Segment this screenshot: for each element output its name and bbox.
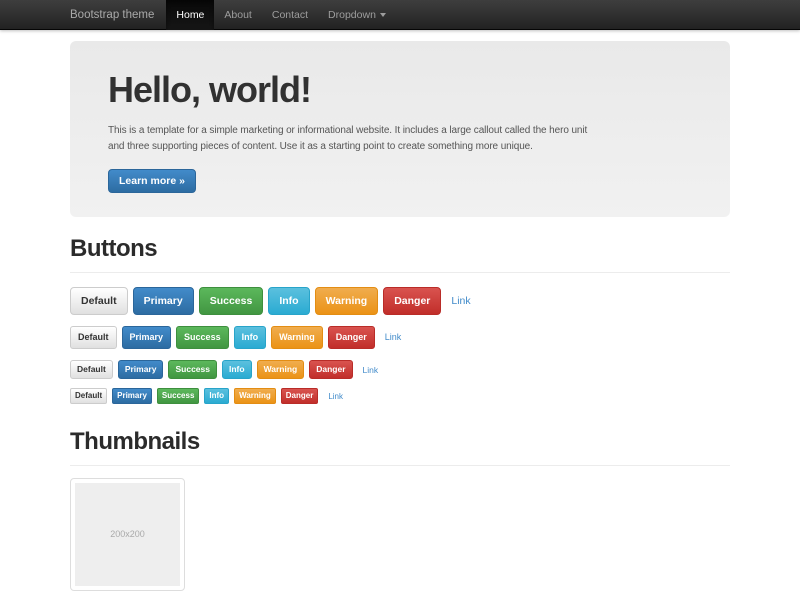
- caret-down-icon: [380, 13, 386, 17]
- nav-item-about-label: About: [224, 9, 251, 21]
- hero-paragraph-line1: This is a template for a simple marketin…: [108, 123, 692, 139]
- button-danger-xs[interactable]: Danger: [281, 388, 319, 403]
- nav-item-dropdown[interactable]: Dropdown: [318, 0, 396, 30]
- nav-item-contact-label: Contact: [272, 9, 308, 21]
- buttons-section-title: Buttons: [70, 235, 730, 263]
- button-row-default: Default Primary Success Info Warning Dan…: [70, 326, 730, 348]
- button-default-xs[interactable]: Default: [70, 388, 107, 403]
- button-primary-sm[interactable]: Primary: [118, 360, 164, 380]
- button-warning-sm[interactable]: Warning: [257, 360, 305, 380]
- button-warning-xs[interactable]: Warning: [234, 388, 276, 403]
- button-danger-lg[interactable]: Danger: [383, 287, 441, 315]
- navbar-menu: Home About Contact Dropdown: [166, 0, 396, 30]
- button-info-lg[interactable]: Info: [268, 287, 309, 315]
- button-warning-lg[interactable]: Warning: [315, 287, 379, 315]
- navbar-brand[interactable]: Bootstrap theme: [70, 0, 154, 30]
- button-primary-md[interactable]: Primary: [122, 326, 172, 348]
- buttons-section-header: Buttons: [70, 235, 730, 273]
- link-button-sm[interactable]: Link: [363, 365, 379, 375]
- nav-item-home-label: Home: [176, 9, 204, 21]
- hero-unit: Hello, world! This is a template for a s…: [70, 41, 730, 217]
- hero-title: Hello, world!: [108, 68, 692, 111]
- thumbnails-section-title: Thumbnails: [70, 428, 730, 456]
- hero-paragraph: This is a template for a simple marketin…: [108, 123, 692, 155]
- button-row-large: Default Primary Success Info Warning Dan…: [70, 287, 730, 315]
- nav-item-home[interactable]: Home: [166, 0, 214, 30]
- button-row-small: Default Primary Success Info Warning Dan…: [70, 360, 730, 380]
- nav-item-dropdown-label: Dropdown: [328, 9, 376, 21]
- link-button-xs[interactable]: Link: [328, 392, 343, 401]
- button-info-sm[interactable]: Info: [222, 360, 252, 380]
- button-primary-lg[interactable]: Primary: [133, 287, 194, 315]
- navbar: Bootstrap theme Home About Contact Dropd…: [0, 0, 800, 30]
- learn-more-button[interactable]: Learn more »: [108, 169, 196, 193]
- button-default-sm[interactable]: Default: [70, 360, 113, 380]
- link-button-md[interactable]: Link: [385, 332, 402, 342]
- thumbnail[interactable]: 200x200: [70, 478, 185, 591]
- button-info-md[interactable]: Info: [234, 326, 267, 348]
- button-success-xs[interactable]: Success: [157, 388, 199, 403]
- button-default-lg[interactable]: Default: [70, 287, 128, 315]
- hero-paragraph-line2: and three supporting pieces of content. …: [108, 139, 692, 155]
- button-danger-md[interactable]: Danger: [328, 326, 375, 348]
- button-primary-xs[interactable]: Primary: [112, 388, 152, 403]
- link-button-lg[interactable]: Link: [451, 295, 470, 307]
- button-info-xs[interactable]: Info: [204, 388, 229, 403]
- nav-item-contact[interactable]: Contact: [262, 0, 318, 30]
- nav-item-about[interactable]: About: [214, 0, 261, 30]
- button-success-sm[interactable]: Success: [168, 360, 217, 380]
- button-success-md[interactable]: Success: [176, 326, 229, 348]
- button-default-md[interactable]: Default: [70, 326, 117, 348]
- button-success-lg[interactable]: Success: [199, 287, 264, 315]
- thumbnails-section-header: Thumbnails: [70, 428, 730, 466]
- placeholder-image: 200x200: [75, 483, 180, 586]
- button-danger-sm[interactable]: Danger: [309, 360, 352, 380]
- button-row-extra-small: Default Primary Success Info Warning Dan…: [70, 388, 730, 403]
- button-warning-md[interactable]: Warning: [271, 326, 323, 348]
